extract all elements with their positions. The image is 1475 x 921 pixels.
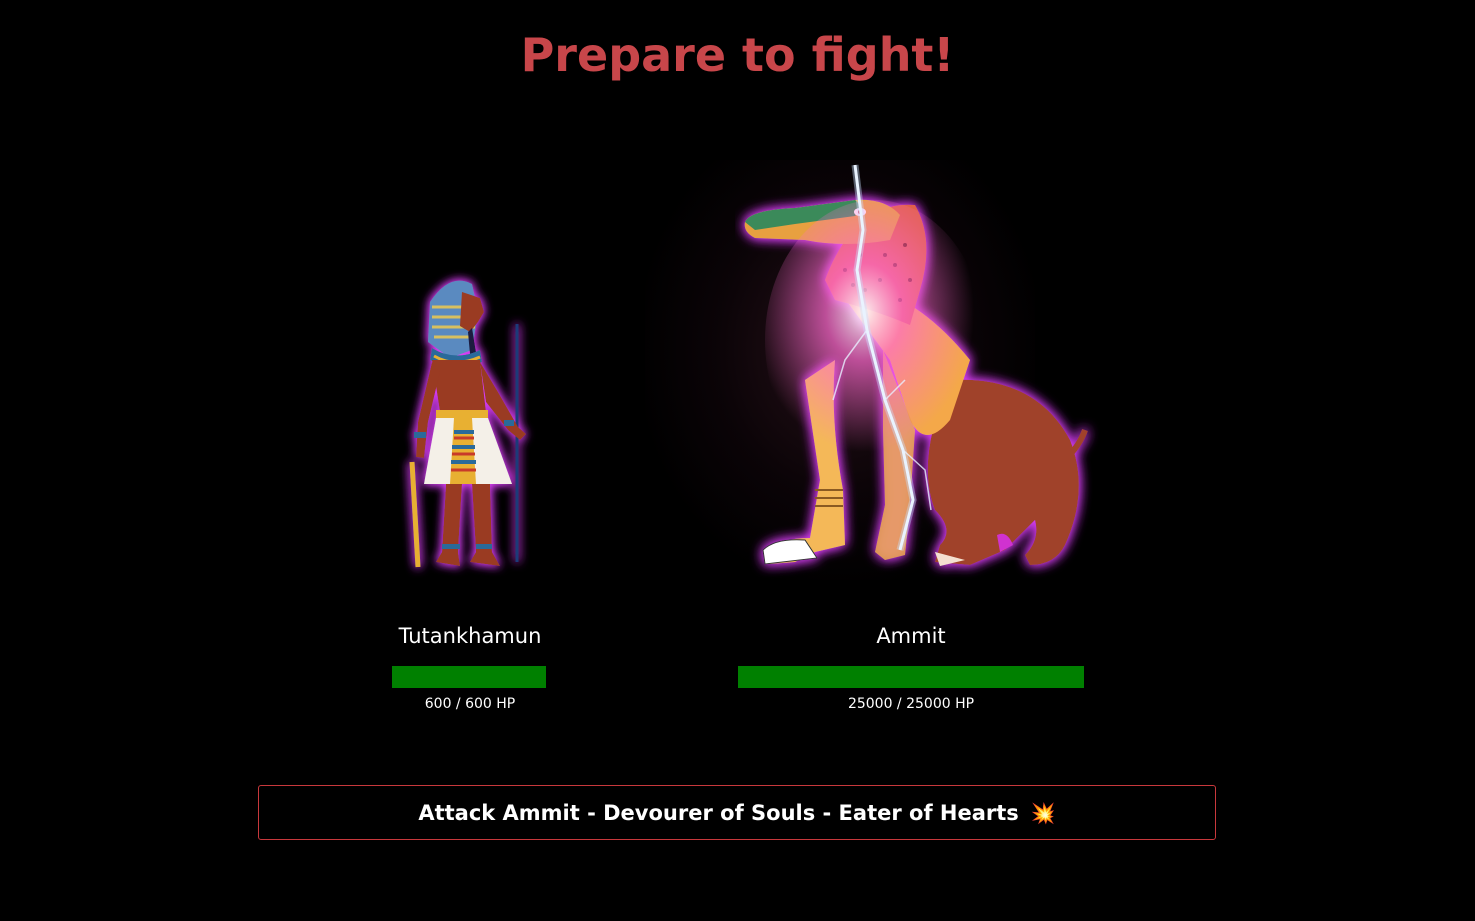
boss-hp-text: 25000 / 25000 HP	[847, 696, 975, 712]
battle-screen: Prepare to fight! Tutankhamun 600 / 600 …	[0, 0, 1475, 921]
pharaoh-figure-icon	[380, 262, 560, 582]
player-hp-fill	[392, 666, 546, 688]
attack-button-label: Attack Ammit - Devourer of Souls - Eater…	[418, 800, 1019, 825]
page-title: Prepare to fight!	[520, 28, 955, 82]
ammit-figure-icon	[735, 160, 1105, 580]
player-hp-text: 600 / 600 HP	[424, 696, 516, 712]
player-name: Tutankhamun	[398, 624, 542, 648]
attack-button[interactable]: Attack Ammit - Devourer of Souls - Eater…	[258, 785, 1216, 840]
boss-hp-bar	[738, 666, 1084, 688]
boss-hp-fill	[738, 666, 1084, 688]
explosion-icon: 💥	[1030, 800, 1056, 825]
player-hp-bar	[392, 666, 546, 688]
boss-name: Ammit	[876, 624, 946, 648]
